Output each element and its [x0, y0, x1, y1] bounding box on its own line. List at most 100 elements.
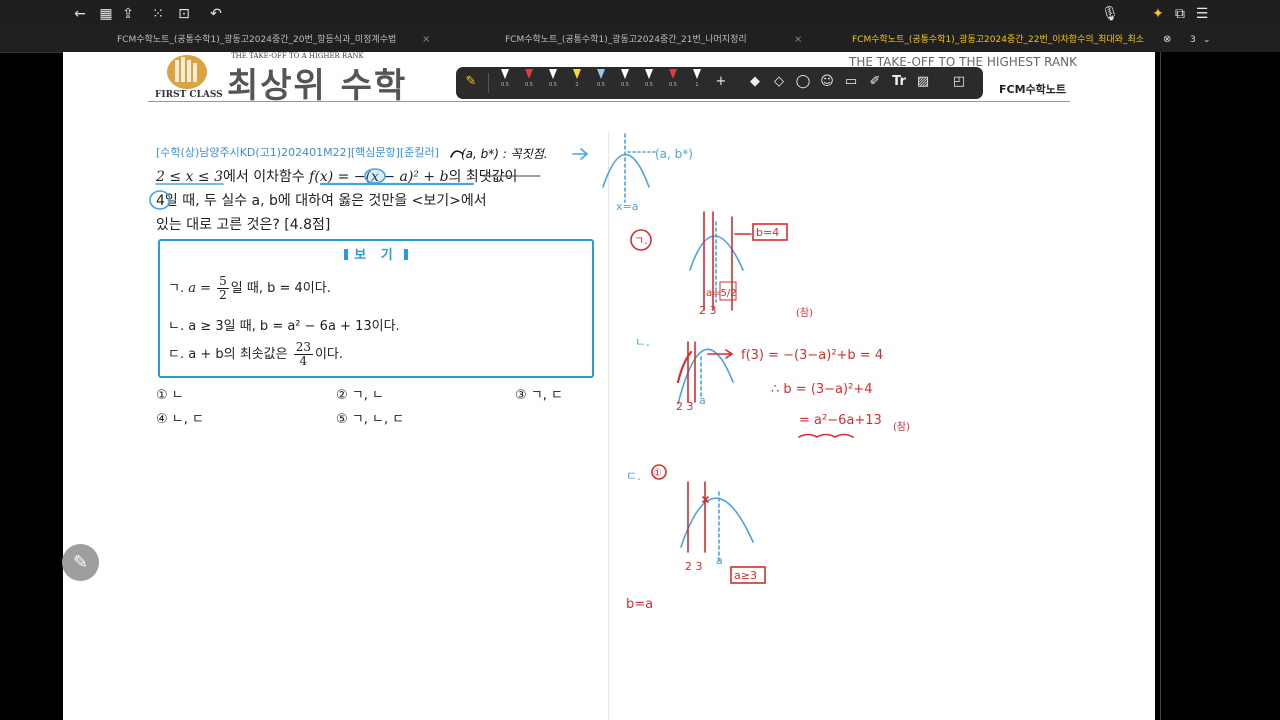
- window-icon[interactable]: ⧉: [1170, 4, 1190, 24]
- choice-4[interactable]: ④ ㄴ, ㄷ: [156, 408, 204, 427]
- brand-title: 최상위 수학: [227, 66, 408, 106]
- right-margin: [1155, 52, 1280, 720]
- question-line-3: 있는 대로 고른 것은? [4.8점]: [156, 217, 331, 233]
- pen-tip-icon: [501, 69, 509, 79]
- pen-size-label: 0.5: [645, 82, 653, 88]
- hw-case1: ㄱ.: [634, 234, 648, 247]
- image-icon[interactable]: ▨: [914, 73, 932, 91]
- logo-caption: FIRST CLASS: [155, 90, 223, 100]
- pen-swatch[interactable]: 1: [692, 69, 702, 91]
- statement-1: ㄱ. a = 52일 때, b = 4이다.: [168, 274, 331, 302]
- pen-tip-icon: [669, 69, 677, 79]
- bogi-title: 보 기: [160, 244, 592, 263]
- pen-size-label: 2: [575, 82, 579, 88]
- pencil-fab-icon[interactable]: ✎: [62, 544, 99, 581]
- pen-swatch[interactable]: 0.5: [596, 69, 606, 91]
- statement-2: ㄴ. a ≥ 3일 때, b = a² − 6a + 13이다.: [168, 319, 400, 334]
- pen-swatch[interactable]: 0.5: [620, 69, 630, 91]
- question-source: [수학(상)남양주시KD(고1)202401M22][핵심문항][준킬러]: [156, 146, 439, 159]
- pen-size-label: 0.5: [525, 82, 533, 88]
- choice-3[interactable]: ③ ㄱ, ㄷ: [515, 384, 563, 403]
- hw-case3-box: a≥3: [734, 569, 757, 582]
- pen-size-label: 0.5: [621, 82, 629, 88]
- hw-top-note: (a, b*) : 꼭짓점.: [461, 147, 548, 161]
- choice-2[interactable]: ② ㄱ, ㄴ: [336, 384, 384, 403]
- tab-22[interactable]: FCM수학노트_(공통수학1)_광동고2024중간_22번_이차함수의_최대와_…: [852, 28, 1144, 52]
- laser-icon[interactable]: ✐: [866, 73, 884, 91]
- choice-1[interactable]: ① ㄴ: [156, 384, 184, 403]
- hw-case1-box: b=4: [756, 226, 779, 239]
- plus-icon[interactable]: +: [712, 73, 730, 91]
- export-icon[interactable]: ⇪: [118, 4, 138, 24]
- hw-case2-a: a: [699, 394, 706, 407]
- hw-case2-eq1: f(3) = −(3−a)²+b = 4: [741, 348, 883, 363]
- statement-3: ㄷ. a + b의 최솟값은 23 4 이다.: [168, 340, 344, 368]
- hw-case3-a: a: [716, 554, 723, 567]
- fraction: 23 4: [293, 340, 313, 368]
- pen-size-label: 0.5: [549, 82, 557, 88]
- lasso-icon[interactable]: ◯: [794, 73, 812, 91]
- pen-swatch[interactable]: 0.5: [548, 69, 558, 91]
- pen-swatch[interactable]: 0.5: [668, 69, 678, 91]
- chevron-down-icon[interactable]: ⌄: [1203, 28, 1211, 52]
- pen-tip-icon: [645, 69, 653, 79]
- close-icon[interactable]: ⊗: [1163, 28, 1171, 52]
- hw-case2-eq3: = a²−6a+13: [799, 413, 882, 428]
- document-page[interactable]: FIRST CLASS THE TAKE-OFF TO A HIGHER RAN…: [63, 52, 1155, 720]
- pen-swatch[interactable]: 0.5: [524, 69, 534, 91]
- pen-tip-icon: [525, 69, 533, 79]
- hw-case2-mark: (참): [893, 421, 910, 433]
- pen-tip-icon: [693, 69, 701, 79]
- pen-swatch[interactable]: 2: [572, 69, 582, 91]
- hw-case1-mark: (참): [796, 307, 813, 319]
- tab-20[interactable]: FCM수학노트_(공통수학1)_광동고2024중간_20번_항등식과_미정계수법: [117, 28, 396, 52]
- hw-axis-label: x=a: [616, 200, 638, 213]
- mic-icon[interactable]: 🎙: [1100, 4, 1120, 24]
- undo-icon[interactable]: ↶: [206, 4, 226, 24]
- note-icon[interactable]: ◰: [950, 73, 968, 91]
- sticker-icon[interactable]: ☺: [818, 73, 836, 91]
- pen-size-label: 0.5: [597, 82, 605, 88]
- pen-tip-icon: [621, 69, 629, 79]
- pencil-icon[interactable]: ✎: [462, 73, 480, 91]
- pen-tip-icon: [573, 69, 581, 79]
- fraction: 52: [217, 274, 229, 302]
- column-divider: [608, 132, 609, 720]
- eraser-icon[interactable]: ◆: [746, 73, 764, 91]
- grid-icon[interactable]: ▦: [96, 4, 116, 24]
- comment-icon[interactable]: ▭: [842, 73, 860, 91]
- pen-tip-icon: [549, 69, 557, 79]
- hw-case3-ticks: 2 3: [685, 560, 703, 573]
- hw-case3: ㄷ.: [626, 469, 641, 483]
- pen-swatch[interactable]: 0.5: [644, 69, 654, 91]
- pen-swatch[interactable]: 0.5: [500, 69, 510, 91]
- app-topbar: ← ▦ ⇪ ⁙ ⊡ ↶ 🎙 ✦ ⧉ ☰: [0, 0, 1280, 28]
- hw-case3-num: ①: [653, 468, 662, 479]
- brand-name: FCM수학노트: [999, 83, 1067, 96]
- back-arrow-icon[interactable]: ←: [70, 4, 90, 24]
- right-scroll-edge: [1160, 52, 1161, 720]
- sparkle-icon[interactable]: ✦: [1148, 4, 1168, 24]
- hw-vertex-label: (a, b*): [655, 147, 693, 161]
- close-icon[interactable]: ×: [794, 28, 802, 52]
- hw-case2: ㄴ.: [635, 335, 650, 349]
- pen-tip-icon: [597, 69, 605, 79]
- choice-5[interactable]: ⑤ ㄱ, ㄴ, ㄷ: [336, 408, 404, 427]
- shape-icon[interactable]: ◇: [770, 73, 788, 91]
- tab-bar: FCM수학노트_(공통수학1)_광동고2024중간_20번_항등식과_미정계수법…: [0, 28, 1280, 53]
- header-divider: [148, 101, 1070, 102]
- apps-icon[interactable]: ⁙: [148, 4, 168, 24]
- close-icon[interactable]: ×: [422, 28, 430, 52]
- page-count: 3: [1190, 35, 1196, 45]
- tab-21[interactable]: FCM수학노트_(공통수학1)_광동고2024중간_21번_나머지정리: [505, 28, 747, 52]
- hw-case2-eq2: ∴ b = (3−a)²+4: [771, 382, 872, 397]
- pen-size-label: 0.5: [501, 82, 509, 88]
- question-line-2: 4일 때, 두 실수 a, b에 대하여 옳은 것만을 <보기>에서: [156, 193, 487, 209]
- question-line-1: 2 ≤ x ≤ 3에서 이차함수 f(x) = −(x − a)² + b의 최…: [156, 169, 518, 185]
- crop-icon[interactable]: ⊡: [174, 4, 194, 24]
- hw-case1-axis: a=5/2: [706, 288, 737, 299]
- pen-size-label: 0.5: [669, 82, 677, 88]
- text-icon[interactable]: Tr: [890, 73, 908, 91]
- menu-icon[interactable]: ☰: [1192, 4, 1212, 24]
- pen-size-label: 1: [695, 82, 699, 88]
